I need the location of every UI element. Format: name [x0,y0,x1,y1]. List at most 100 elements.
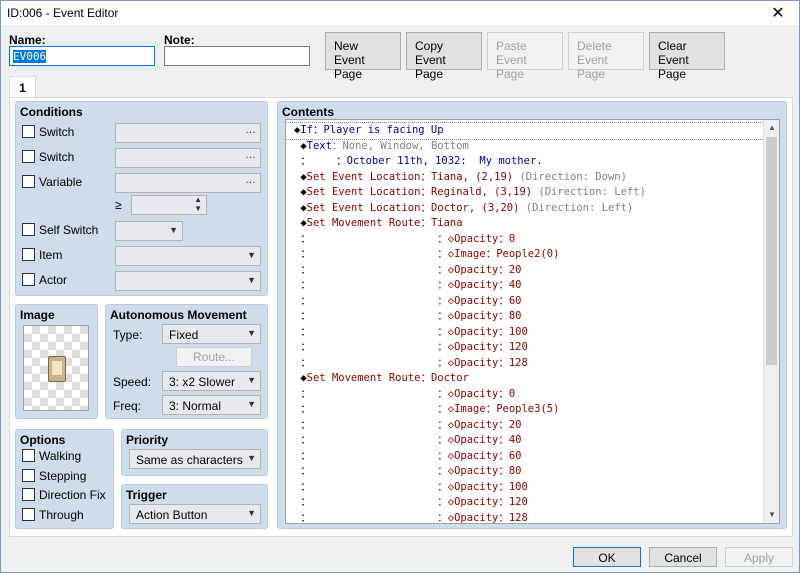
option-stepping-checkbox[interactable] [22,469,35,482]
variable-value-spinner[interactable]: ▲ ▼ [131,195,207,215]
option-through-checkbox[interactable] [22,508,35,521]
new-event-page-button[interactable]: New Event Page [325,32,401,81]
command-row[interactable]: ： ：◇Opacity：60 [286,294,764,310]
command-text: ： [294,511,311,524]
command-row[interactable]: ： ：◇Opacity：0 [286,387,764,403]
command-text: ： [294,403,311,415]
command-text: ：◇Opacity：128 [310,511,528,524]
command-row[interactable]: ◆Set Event Location：Reginald, (3,19) (Di… [286,185,764,201]
note-input[interactable] [164,46,310,66]
command-row[interactable]: ： ：◇Opacity：100 [286,480,764,496]
condition-actor-checkbox[interactable] [22,273,35,286]
button-line-1: Copy [415,39,444,53]
command-row[interactable]: ： ：◇Opacity：40 [286,278,764,294]
scrollbar-thumb[interactable] [766,137,777,365]
condition-variable-checkbox[interactable] [22,175,35,188]
condition-variable-select[interactable]: … [115,173,261,193]
condition-self-switch-select[interactable]: ▼ [115,221,183,241]
command-text: ：◇Opacity：60 [310,449,522,462]
condition-actor-label: Actor [39,273,68,287]
route-button[interactable]: Route... [176,347,252,367]
command-row[interactable]: ： ：◇Opacity：80 [286,309,764,325]
event-command-list[interactable]: ◆If：Player is facing Up ◆Text：None, Wind… [285,119,780,524]
command-row[interactable]: ： ：◇Opacity：20 [286,418,764,434]
command-row[interactable]: ： ：◇Opacity：128 [286,511,764,524]
command-row[interactable]: ◆Set Event Location：Doctor, (3,20) (Dire… [286,201,764,217]
command-row[interactable]: ： ：◇Opacity：80 [286,464,764,480]
condition-actor-select[interactable]: ▼ [115,271,261,291]
type-select[interactable]: Fixed ▼ [162,324,261,344]
command-row[interactable]: ： ：◇Image：People3(5) [286,402,764,418]
command-text: ： [294,387,311,400]
type-label: Type: [113,328,143,342]
command-row[interactable]: ： ：◇Image：People2(0) [286,247,764,263]
command-text: ： [294,263,311,276]
ok-button[interactable]: OK [573,547,641,567]
freq-select[interactable]: 3: Normal ▼ [162,395,261,415]
command-row[interactable]: ： ：◇Opacity：120 [286,495,764,511]
condition-switch-2-checkbox[interactable] [22,150,35,163]
command-text: (Direction: Down) [513,170,627,183]
command-row[interactable]: ： ：October 11th, 1032: My mother. [286,154,764,170]
tab-page-1[interactable]: 1 [9,76,36,98]
option-direction-fix-checkbox[interactable] [22,488,35,501]
copy-event-page-button[interactable]: Copy Event Page [406,32,482,81]
command-row[interactable]: ◆If：Player is facing Up [286,122,765,140]
name-value: EV006 [13,50,47,63]
paste-event-page-button[interactable]: Paste Event Page [487,32,563,81]
speed-select[interactable]: 3: x2 Slower ▼ [162,371,261,391]
delete-event-page-button[interactable]: Delete Event Page [568,32,644,81]
autonomous-title: Autonomous Movement [110,308,247,322]
greater-equal-symbol: ≥ [115,198,122,212]
event-image-preview[interactable] [23,325,89,411]
button-line-2: Event Page [658,53,689,81]
command-row[interactable]: ◆Text：None, Window, Bottom [286,139,764,155]
command-row[interactable]: ◆Set Movement Route：Tiana [286,216,764,232]
condition-item-checkbox[interactable] [22,248,35,261]
condition-item-select[interactable]: ▼ [115,246,261,266]
command-row[interactable]: ： ：◇Opacity：100 [286,325,764,341]
command-row[interactable]: ◆Set Event Location：Tiana, (2,19) (Direc… [286,170,764,186]
scroll-up-icon[interactable]: ▲ [764,120,779,136]
freq-value: 3: Normal [169,399,222,413]
priority-title: Priority [126,433,169,447]
condition-self-switch-checkbox[interactable] [22,223,35,236]
apply-button[interactable]: Apply [725,547,793,567]
cancel-button[interactable]: Cancel [649,547,717,567]
condition-switch-1-checkbox[interactable] [22,125,35,138]
command-row[interactable]: ◆Set Movement Route：Doctor [286,371,764,387]
priority-value: Same as characters [136,453,243,467]
priority-select[interactable]: Same as characters ▼ [129,449,261,469]
name-input[interactable]: EV006 [9,46,155,66]
command-text: ： [294,449,311,462]
command-text: ◆ [294,372,307,384]
condition-switch-2-select[interactable]: … [115,148,261,168]
command-row[interactable]: ： ：◇Opacity：20 [286,263,764,279]
command-row[interactable]: ： ：◇Opacity：0 [286,232,764,248]
option-walking-checkbox[interactable] [22,449,35,462]
conditions-title: Conditions [20,105,83,119]
condition-switch-1-select[interactable]: … [115,123,261,143]
command-row[interactable]: ： ：◇Opacity：60 [286,449,764,465]
speed-value: 3: x2 Slower [169,375,236,389]
ellipsis-icon: … [245,174,256,186]
command-text: ◆ [294,201,307,214]
command-row[interactable]: ： ：◇Opacity：40 [286,433,764,449]
command-text: ：◇Opacity：20 [310,263,522,276]
command-text: ： [294,434,311,446]
clear-event-page-button[interactable]: Clear Event Page [649,32,725,81]
command-text: ： [294,325,311,338]
command-row[interactable]: ： ：◇Opacity：128 [286,356,764,372]
scroll-down-icon[interactable]: ▼ [764,507,779,523]
contents-title: Contents [282,105,334,119]
option-label: Through [39,508,84,522]
trigger-select[interactable]: Action Button ▼ [129,504,261,524]
command-text: ： [294,155,311,167]
command-row[interactable]: ： ：◇Opacity：120 [286,340,764,356]
spin-up-icon[interactable]: ▲ [194,195,202,204]
trigger-title: Trigger [126,488,167,502]
spin-down-icon[interactable]: ▼ [194,204,202,213]
command-text: Set Event Location：Reginald, (3,19) [306,186,533,198]
vertical-scrollbar[interactable]: ▲ ▼ [763,120,779,523]
close-icon[interactable]: ✕ [763,3,793,23]
